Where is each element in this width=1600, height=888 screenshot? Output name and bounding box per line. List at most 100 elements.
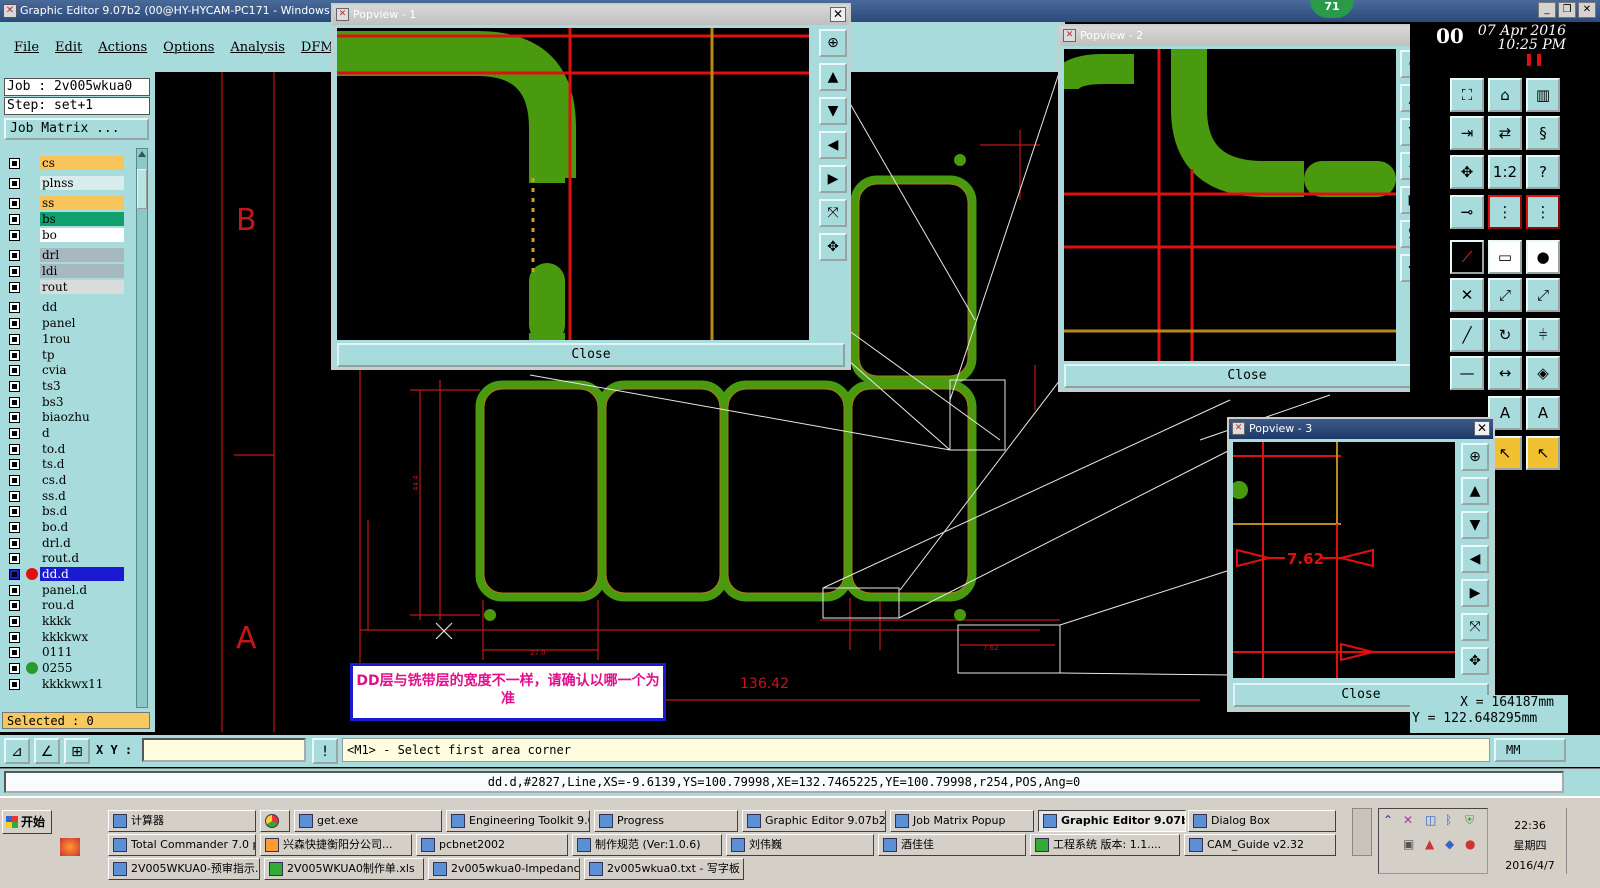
layer-row-cvia[interactable]: cvia: [4, 363, 134, 378]
tray-x-icon[interactable]: ✕: [1403, 813, 1417, 827]
task-graphic-editor-active[interactable]: Graphic Editor 9.07b...: [1038, 810, 1186, 832]
pan-down-icon[interactable]: ▼: [1461, 511, 1489, 539]
layer-row-kkkkwx[interactable]: kkkkwx: [4, 630, 134, 645]
pan-up-icon[interactable]: ▲: [819, 63, 847, 91]
task-dialog-box[interactable]: Dialog Box: [1188, 810, 1336, 832]
task-spec[interactable]: 制作规范 (Ver:1.0.6): [572, 834, 722, 856]
tool-netlist-icon[interactable]: ⋮: [1488, 195, 1522, 229]
tray-app-icon[interactable]: ▲: [1425, 837, 1439, 851]
zoom-fit-icon[interactable]: ⤧: [1461, 613, 1489, 641]
layer-checkbox[interactable]: [9, 522, 20, 533]
tool-move-icon[interactable]: ✥: [1450, 155, 1484, 189]
popview-1-close-icon[interactable]: ✕: [830, 7, 846, 22]
pan-up-icon[interactable]: ▲: [1461, 477, 1489, 505]
tool-layers-icon[interactable]: ◈: [1526, 356, 1560, 390]
popview-1-titlebar[interactable]: ✕ Popview - 1 ✕: [333, 5, 849, 25]
task-progress[interactable]: Progress: [594, 810, 738, 832]
layer-checkbox[interactable]: [9, 318, 20, 329]
layer-row-0255[interactable]: 0255: [4, 661, 134, 676]
layer-checkbox[interactable]: [9, 266, 20, 277]
tool-s-icon[interactable]: §: [1526, 116, 1560, 150]
layer-checkbox[interactable]: [9, 569, 20, 580]
layer-checkbox[interactable]: [9, 334, 20, 345]
layer-row-kkkkwx11[interactable]: kkkkwx11: [4, 677, 134, 692]
start-button[interactable]: 开始: [2, 810, 52, 834]
layer-checkbox[interactable]: [9, 178, 20, 189]
show-desktop-button[interactable]: [1566, 808, 1596, 874]
xy-input[interactable]: [142, 738, 306, 762]
tray-network-icon[interactable]: ◫: [1425, 813, 1439, 827]
layer-row-bs[interactable]: bs: [4, 212, 134, 227]
tray-bluetooth-icon[interactable]: ᛒ: [1445, 813, 1459, 827]
tool-ruler-icon[interactable]: ▭: [1488, 240, 1522, 274]
layer-checkbox[interactable]: [9, 506, 20, 517]
layer-list-scrollbar[interactable]: [136, 148, 148, 708]
layer-row-cs-d[interactable]: cs.d: [4, 473, 134, 488]
layer-row-bs-d[interactable]: bs.d: [4, 504, 134, 519]
layer-checkbox[interactable]: [9, 250, 20, 261]
zoom-in-icon[interactable]: ⊕: [1461, 443, 1489, 471]
layer-row-to-d[interactable]: to.d: [4, 442, 134, 457]
tool-mouse-icon[interactable]: ⛶: [1450, 78, 1484, 112]
zoom-in-icon[interactable]: ⊕: [819, 29, 847, 57]
layer-row-dd[interactable]: dd: [4, 300, 134, 315]
unit-selector[interactable]: MM: [1494, 738, 1566, 762]
pan-right-icon[interactable]: ▶: [819, 165, 847, 193]
taskbar-scroll[interactable]: [1352, 808, 1372, 856]
tool-help-icon[interactable]: ?: [1526, 155, 1560, 189]
task-engineering-system[interactable]: 工程系统 版本: 1.1....: [1030, 834, 1180, 856]
layer-row-rout[interactable]: rout: [4, 280, 134, 295]
layer-row-panel[interactable]: panel: [4, 316, 134, 331]
tool-mirror-icon[interactable]: ⫩: [1526, 318, 1560, 352]
layer-row-kkkk[interactable]: kkkk: [4, 614, 134, 629]
task-job-matrix[interactable]: Job Matrix Popup: [890, 810, 1034, 832]
layer-row-bs3[interactable]: bs3: [4, 395, 134, 410]
layer-checkbox[interactable]: [9, 198, 20, 209]
scroll-up-icon[interactable]: [138, 151, 146, 157]
tool-text-a2-icon[interactable]: A: [1526, 396, 1560, 430]
layer-row-panel-d[interactable]: panel.d: [4, 583, 134, 598]
tool-connect-icon[interactable]: ⤢: [1488, 278, 1522, 312]
pan-right-icon[interactable]: ▶: [1461, 579, 1489, 607]
layer-row-ss[interactable]: ss: [4, 196, 134, 211]
task-total-commander[interactable]: Total Commander 7.0 p...: [108, 834, 256, 856]
task-jiujiajia[interactable]: 酒佳佳: [878, 834, 1026, 856]
task-get-exe[interactable]: get.exe: [294, 810, 442, 832]
task-graphic-editor-1[interactable]: Graphic Editor 9.07b2 (...: [742, 810, 886, 832]
layer-checkbox[interactable]: [9, 158, 20, 169]
layer-checkbox[interactable]: [9, 553, 20, 564]
zoom-home-icon[interactable]: ✥: [819, 233, 847, 261]
task-cam-guide[interactable]: CAM_Guide v2.32: [1184, 834, 1336, 856]
task-doc-3[interactable]: 2v005wkua0-Impedance...: [428, 858, 580, 880]
tray-app3-icon[interactable]: ●: [1465, 837, 1479, 851]
layer-checkbox[interactable]: [9, 397, 20, 408]
angle-snap-icon[interactable]: ∠: [34, 738, 60, 764]
layer-checkbox[interactable]: [9, 538, 20, 549]
layer-checkbox[interactable]: [9, 491, 20, 502]
layer-row-0111[interactable]: 0111: [4, 645, 134, 660]
close-app-button[interactable]: ✕: [1578, 2, 1596, 18]
layer-row-plnss[interactable]: plnss: [4, 176, 134, 191]
layer-checkbox[interactable]: [9, 679, 20, 690]
tool-export-icon[interactable]: ⇥: [1450, 116, 1484, 150]
layer-checkbox[interactable]: [9, 616, 20, 627]
layer-row-dd-d[interactable]: dd.d: [4, 567, 134, 582]
layer-row-rout-d[interactable]: rout.d: [4, 551, 134, 566]
menu-file[interactable]: File: [14, 40, 39, 55]
quicklaunch-icon[interactable]: [60, 838, 80, 856]
layer-checkbox[interactable]: [9, 428, 20, 439]
tool-scale-icon[interactable]: 1:2: [1488, 155, 1522, 189]
popview-3-titlebar[interactable]: ✕ Popview - 3 ✕: [1229, 419, 1493, 439]
popview-2-close-button[interactable]: Close: [1064, 364, 1430, 388]
job-matrix-button[interactable]: Job Matrix ...: [4, 118, 149, 140]
tool-rotate-icon[interactable]: ↻: [1488, 318, 1522, 352]
layer-row-1rou[interactable]: 1rou: [4, 332, 134, 347]
layer-row-bo[interactable]: bo: [4, 228, 134, 243]
layer-row-ldi[interactable]: ldi: [4, 264, 134, 279]
task-calculator[interactable]: 计算器: [108, 810, 256, 832]
zoom-fit-icon[interactable]: ⤧: [819, 199, 847, 227]
layer-checkbox[interactable]: [9, 632, 20, 643]
minimize-button[interactable]: _: [1538, 2, 1556, 18]
layer-checkbox[interactable]: [9, 365, 20, 376]
popview-1-canvas[interactable]: [337, 28, 809, 340]
